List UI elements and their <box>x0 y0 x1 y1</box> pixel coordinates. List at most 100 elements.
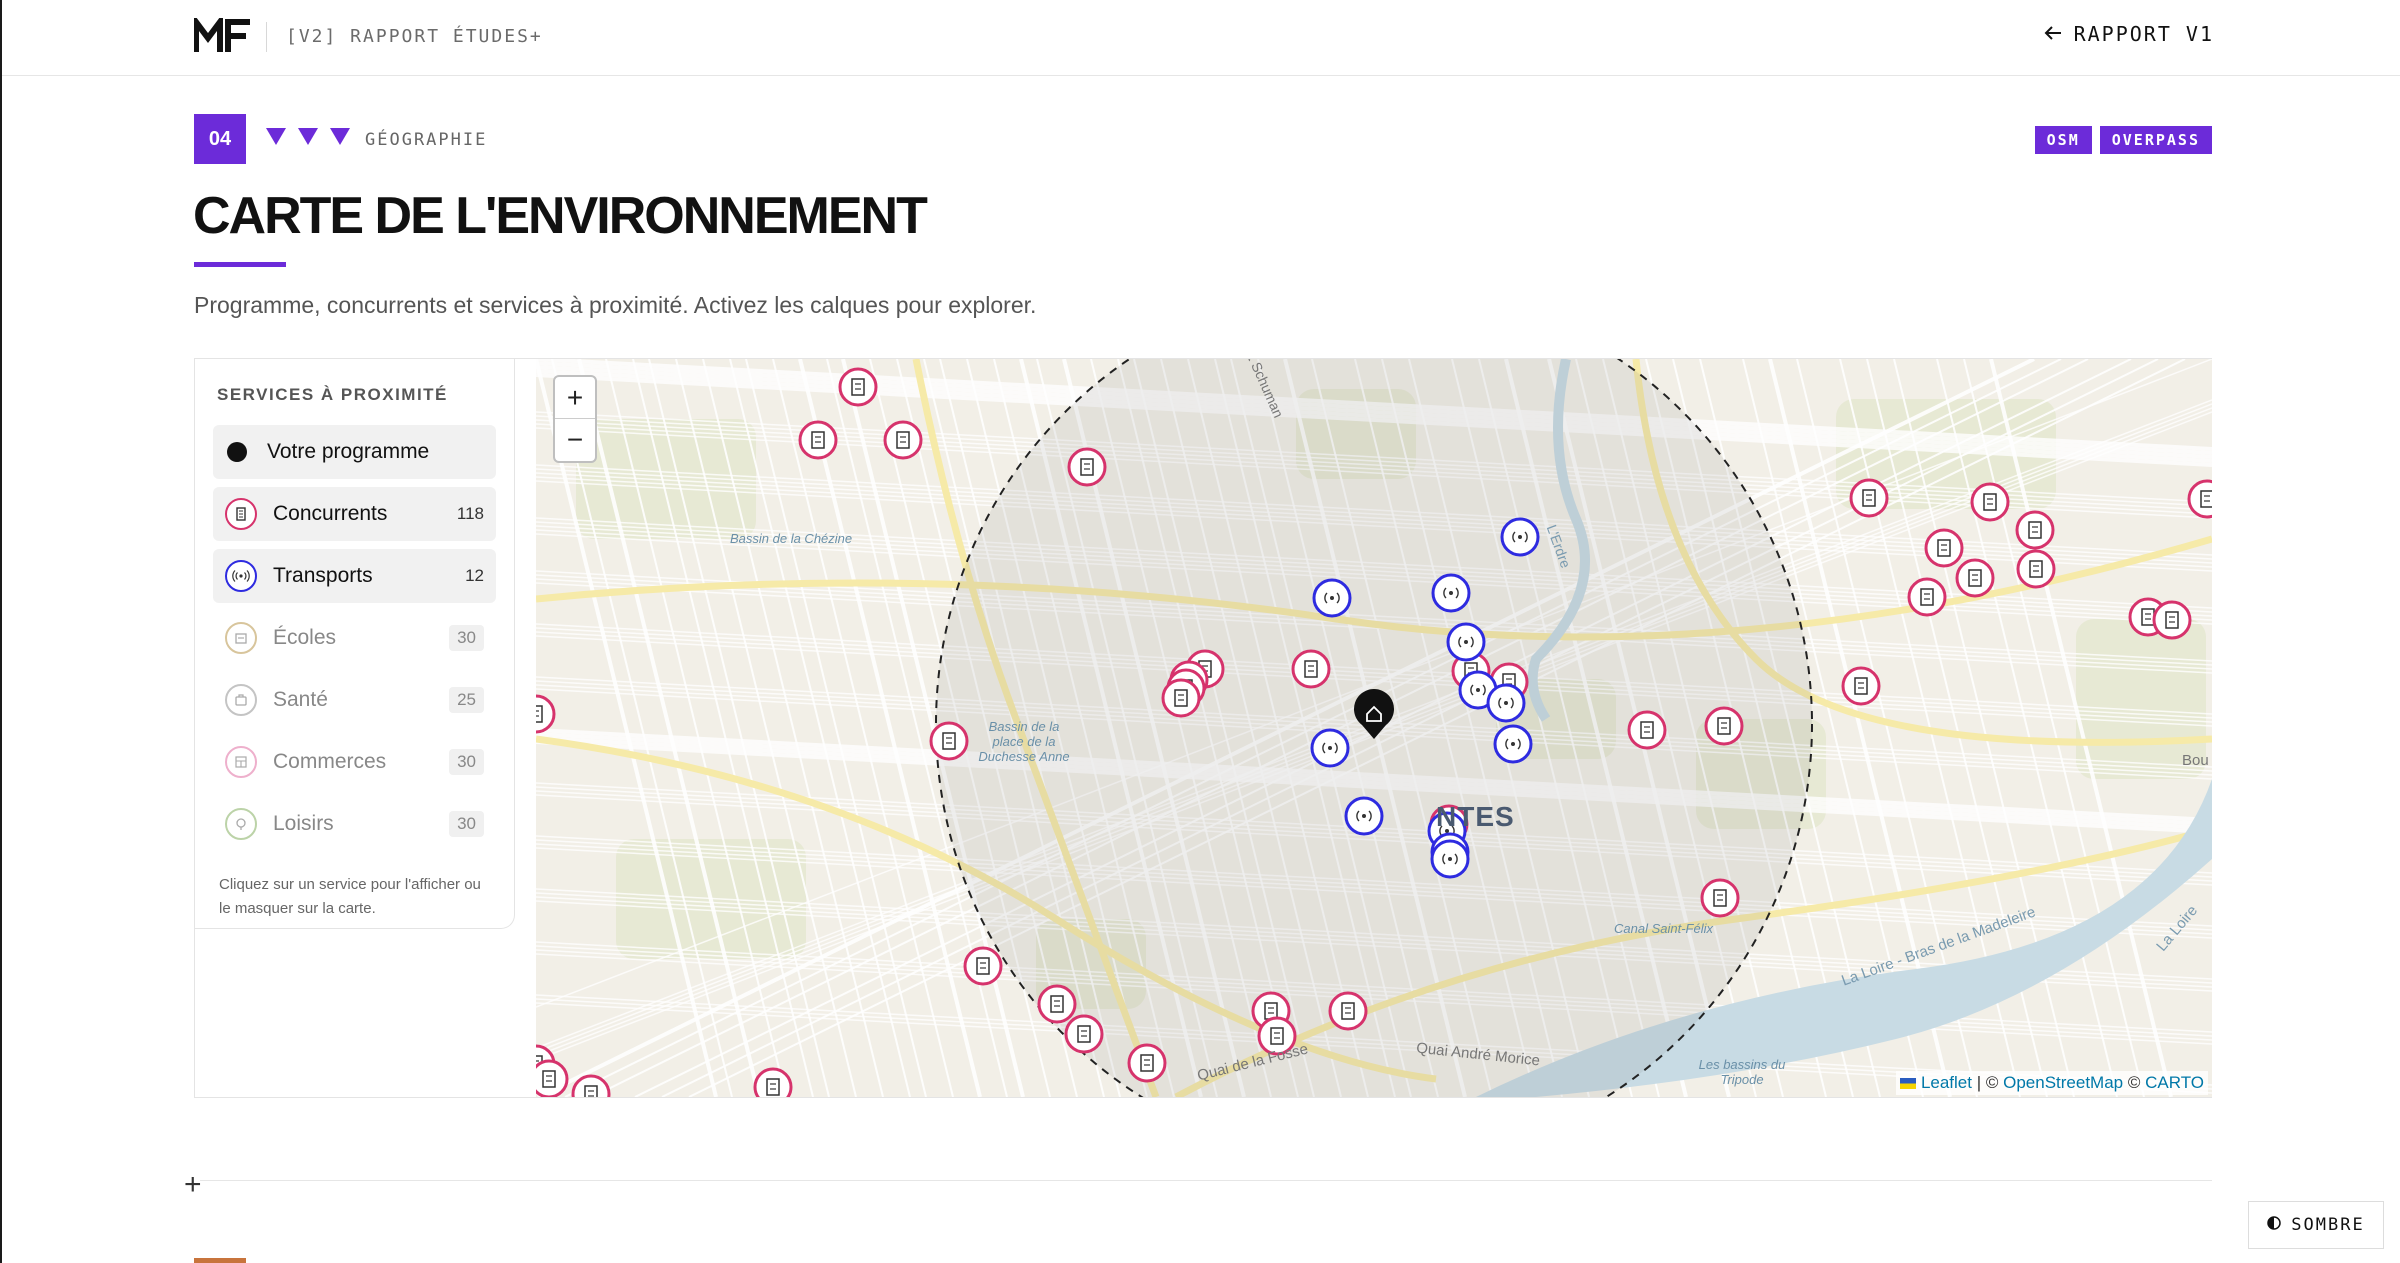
competitor-marker[interactable] <box>2015 510 2055 550</box>
arrow-left-icon <box>2044 22 2062 46</box>
street-label: Bou <box>2182 752 2209 769</box>
leaflet-link[interactable]: Leaflet <box>1921 1073 1972 1092</box>
competitor-marker[interactable] <box>1841 666 1881 706</box>
transport-marker[interactable] <box>1431 573 1471 613</box>
competitor-marker[interactable] <box>571 1074 611 1097</box>
page-title: CARTE DE L'ENVIRONNEMENT <box>193 187 928 245</box>
layer-count: 30 <box>449 625 484 651</box>
plus-mark-icon: + <box>184 1168 202 1201</box>
leisure-icon <box>225 808 257 840</box>
layer-sante[interactable]: Santé 25 <box>213 673 496 727</box>
back-to-report-v1-link[interactable]: RAPPORT V1 <box>2044 22 2214 46</box>
competitor-marker[interactable] <box>929 721 969 761</box>
layer-label: Commerces <box>273 750 387 773</box>
map-view[interactable]: Bassin de la Chézine Bassin de la place … <box>536 359 2212 1097</box>
competitor-marker[interactable] <box>798 420 838 460</box>
layer-program[interactable]: Votre programme <box>213 425 496 479</box>
layer-commerces[interactable]: Commerces 30 <box>213 735 496 789</box>
triangle-icon <box>298 128 318 145</box>
layer-label: Loisirs <box>273 812 334 835</box>
competitor-marker[interactable] <box>1700 878 1740 918</box>
competitor-marker[interactable] <box>1037 984 1077 1024</box>
half-circle-icon <box>2267 1215 2282 1235</box>
layer-count: 12 <box>465 566 484 585</box>
layer-label: Concurrents <box>273 502 388 525</box>
transport-marker[interactable] <box>1493 724 1533 764</box>
zoom-out-button[interactable]: − <box>555 419 595 461</box>
competitor-marker[interactable] <box>963 946 1003 986</box>
layer-concurrents[interactable]: Concurrents 118 <box>213 487 496 541</box>
transport-marker[interactable] <box>1446 622 1486 662</box>
competitor-marker[interactable] <box>2016 549 2056 589</box>
competitor-marker[interactable] <box>1067 447 1107 487</box>
layer-count: 25 <box>449 687 484 713</box>
map-canvas[interactable] <box>536 359 2212 1097</box>
competitor-marker[interactable] <box>838 367 878 407</box>
section-label: GÉOGRAPHIE <box>365 130 488 150</box>
building-icon <box>225 498 257 530</box>
place-label: Canal Saint-Félix <box>1614 921 1713 936</box>
page-subtitle: Programme, concurrents et services à pro… <box>194 292 1037 318</box>
competitor-marker[interactable] <box>1127 1043 1167 1083</box>
carto-link[interactable]: CARTO <box>2145 1073 2204 1092</box>
place-label: Bassin de la Chézine <box>730 531 853 546</box>
broadcast-icon <box>225 560 257 592</box>
tag-osm: OSM <box>2034 126 2092 154</box>
transport-marker[interactable] <box>1344 796 1384 836</box>
competitor-marker[interactable] <box>1704 706 1744 746</box>
transport-marker[interactable] <box>1430 839 1470 879</box>
source-tags: OSM OVERPASS <box>2034 126 2212 154</box>
transport-marker[interactable] <box>1500 517 1540 557</box>
layer-ecoles[interactable]: Écoles 30 <box>213 611 496 665</box>
top-bar: [V2] RAPPORT ÉTUDES+ RAPPORT V1 <box>2 0 2400 76</box>
competitor-marker[interactable] <box>1627 710 1667 750</box>
competitor-marker[interactable] <box>536 694 556 734</box>
competitor-marker[interactable] <box>1907 577 1947 617</box>
layer-label: Santé <box>273 688 328 711</box>
zoom-in-button[interactable]: + <box>555 377 595 419</box>
competitor-marker[interactable] <box>1849 478 1889 518</box>
layer-count: 30 <box>449 749 484 775</box>
transport-marker[interactable] <box>1312 578 1352 618</box>
next-section-underline <box>194 1258 246 1263</box>
street-line <box>729 359 911 1097</box>
mf-logo[interactable] <box>194 18 252 54</box>
competitor-marker[interactable] <box>753 1067 793 1097</box>
section-triangles <box>266 128 350 145</box>
competitor-marker[interactable] <box>1955 558 1995 598</box>
city-label: NTES <box>1436 801 1515 832</box>
street-line <box>772 359 954 1097</box>
triangle-icon <box>330 128 350 145</box>
competitor-marker[interactable] <box>536 1059 569 1097</box>
competitor-marker[interactable] <box>1064 1014 1104 1054</box>
program-dot-icon <box>227 442 247 462</box>
section-number: 04 <box>194 114 246 164</box>
back-link-label: RAPPORT V1 <box>2073 22 2214 46</box>
competitor-marker[interactable] <box>1291 649 1331 689</box>
dark-mode-toggle-button[interactable]: SOMBRE <box>2248 1201 2384 1249</box>
osm-link[interactable]: OpenStreetMap <box>2003 1073 2123 1092</box>
competitor-marker[interactable] <box>1970 482 2010 522</box>
layer-count: 118 <box>456 504 484 523</box>
panel-hint: Cliquez sur un service pour l'afficher o… <box>219 876 481 917</box>
layer-loisirs[interactable]: Loisirs 30 <box>213 797 496 851</box>
shop-icon <box>225 746 257 778</box>
competitor-marker[interactable] <box>1161 678 1201 718</box>
competitor-marker[interactable] <box>2152 600 2192 640</box>
triangle-icon <box>266 128 286 145</box>
theme-label: SOMBRE <box>2291 1215 2365 1235</box>
tag-overpass: OVERPASS <box>2099 126 2212 154</box>
competitor-marker[interactable] <box>1924 528 1964 568</box>
transport-marker[interactable] <box>1310 728 1350 768</box>
competitor-marker[interactable] <box>883 420 923 460</box>
competitor-marker[interactable] <box>1328 991 1368 1031</box>
layer-transports[interactable]: Transports 12 <box>213 549 496 603</box>
street-line <box>745 359 927 1097</box>
layer-label: Écoles <box>273 626 337 649</box>
zoom-control: + − <box>553 375 597 463</box>
competitor-marker[interactable] <box>2187 479 2212 519</box>
layer-label: Transports <box>273 564 373 587</box>
title-underline <box>194 262 286 267</box>
panel-title: SERVICES À PROXIMITÉ <box>217 385 448 404</box>
transport-marker[interactable] <box>1486 683 1526 723</box>
